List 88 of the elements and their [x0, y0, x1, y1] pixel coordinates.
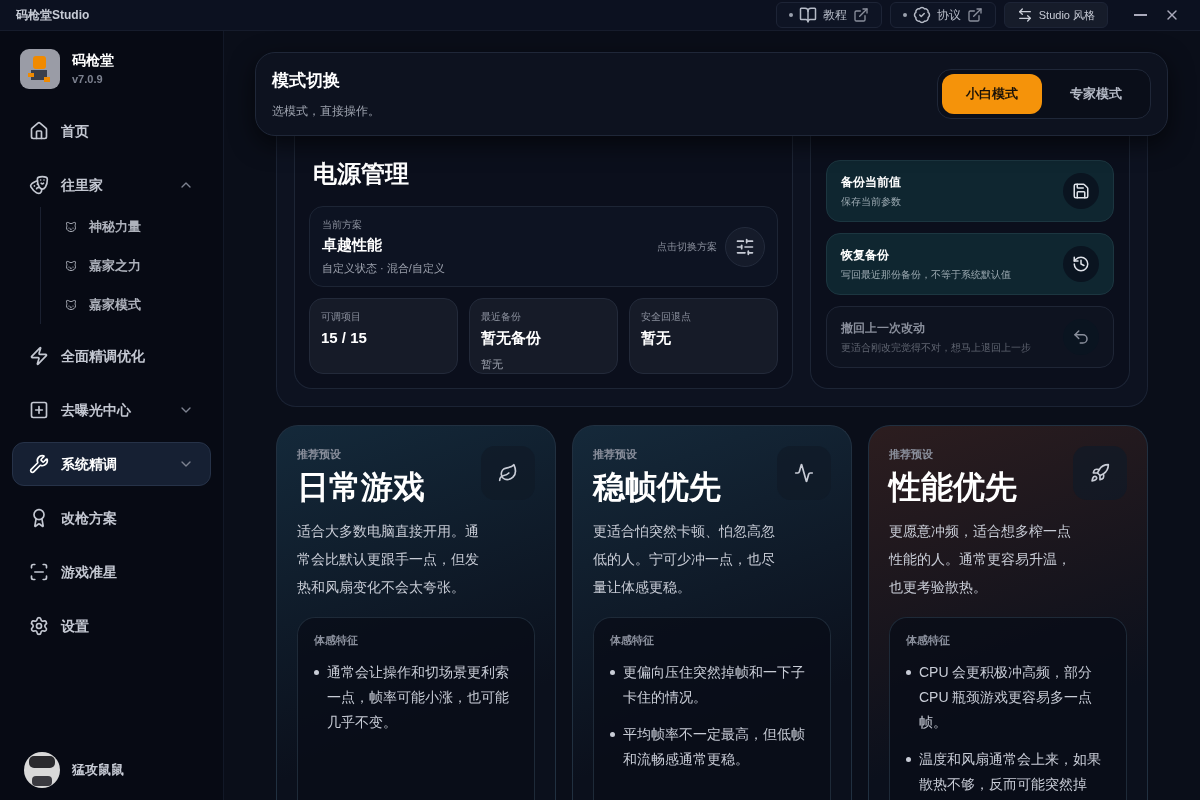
- preset-title: 稳帧优先: [593, 467, 721, 507]
- version-label: v7.0.9: [72, 72, 104, 88]
- nav-subitem[interactable]: 嘉家模式: [41, 285, 211, 324]
- rocket-icon: [1090, 463, 1110, 483]
- nav-item[interactable]: 游戏准星: [12, 550, 211, 594]
- current-plan-card[interactable]: 当前方案 卓越性能 自定义状态 · 混合/自定义 点击切换方案: [309, 206, 778, 287]
- brand-name: 码枪堂: [72, 51, 114, 71]
- bullet-icon: [906, 757, 911, 762]
- logo-drawing: [20, 49, 60, 89]
- plan-label: 当前方案: [322, 218, 363, 232]
- window-title: 码枪堂Studio: [16, 7, 90, 24]
- swap-icon: [1016, 7, 1033, 23]
- wrench-icon: [29, 454, 49, 474]
- save-icon: [1072, 182, 1090, 200]
- external-link-icon: [966, 7, 983, 23]
- history-icon: [1072, 255, 1090, 273]
- feature-text: 平均帧率不一定最高，但低帧和流畅感通常更稳。: [623, 725, 806, 769]
- preset-card[interactable]: 推荐预设 稳帧优先 更适合怕突然卡顿、怕忽高忽低的人。宁可少冲一点，也尽量让体感更稳。 体感特征 更偏向压住突然掉帧和一下子卡住的情况。 平均帧率不一定最高，但低帧和流畅感通常更稳。: [572, 425, 852, 800]
- action-button[interactable]: 备份当前值 保存当前参数: [826, 160, 1114, 222]
- preset-tag: 推荐预设: [889, 446, 1017, 463]
- leaf-icon: [498, 463, 518, 483]
- stat-label: 可调项目: [321, 310, 362, 324]
- settings-icon: [29, 616, 49, 636]
- plan-name: 卓越性能: [322, 235, 383, 255]
- features-label: 体感特征: [610, 632, 655, 648]
- switch-plan-button[interactable]: [725, 226, 765, 267]
- nav-item[interactable]: 设置: [12, 604, 211, 648]
- style-button[interactable]: Studio 风格: [1003, 2, 1108, 28]
- preset-title: 日常游戏: [297, 467, 425, 507]
- nav-item[interactable]: 全面精调优化: [12, 334, 211, 378]
- preset-description: 更适合怕突然卡顿、怕忽高忽低的人。宁可少冲一点，也尽量让体感更稳。: [593, 521, 775, 597]
- feature-text: CPU 会更积极冲高频，部分 CPU 瓶颈游戏更容易多一点帧。: [919, 663, 1094, 732]
- stat-value: 15 / 15: [321, 328, 368, 348]
- nav-item[interactable]: 系统精调: [12, 442, 211, 486]
- minimize-icon: [1133, 14, 1147, 16]
- cat-icon: [65, 220, 77, 233]
- undo-icon: [1072, 328, 1090, 346]
- section-title: 电源管理: [312, 159, 410, 189]
- nav-item[interactable]: 往里家: [12, 163, 211, 207]
- cat-icon: [65, 298, 77, 311]
- image-plus-icon: [29, 400, 49, 420]
- bullet-icon: [314, 670, 319, 675]
- preset-tag: 推荐预设: [297, 446, 425, 463]
- stat-value: 暂无备份: [481, 328, 542, 348]
- preset-description: 适合大多数电脑直接开用。通常会比默认更跟手一点，但发热和风扇变化不会太夸张。: [297, 521, 479, 597]
- preset-title: 性能优先: [889, 467, 1017, 507]
- nav-subitem[interactable]: 嘉家之力: [41, 246, 211, 285]
- features-label: 体感特征: [314, 632, 359, 648]
- mode-tab[interactable]: 小白模式: [942, 74, 1042, 114]
- bullet-icon: [906, 670, 911, 675]
- bullet-icon: [610, 670, 615, 675]
- home-icon: [29, 121, 49, 141]
- nav-item[interactable]: 首页: [12, 109, 211, 153]
- preset-tag: 推荐预设: [593, 446, 721, 463]
- badge-check-icon: [912, 6, 931, 24]
- book-icon: [798, 6, 817, 24]
- features-label: 体感特征: [906, 632, 951, 648]
- header-link[interactable]: 协议: [889, 2, 996, 28]
- masks-icon: [29, 175, 49, 195]
- stat-value: 暂无: [641, 328, 672, 348]
- external-link-icon: [852, 7, 869, 23]
- stat-label: 最近备份: [481, 310, 522, 324]
- nav-item[interactable]: 去曝光中心: [12, 388, 211, 432]
- zigzag-icon: [794, 463, 814, 483]
- feature-text: 温度和风扇通常会上来，如果散热不够，反而可能突然掉: [919, 750, 1102, 794]
- avatar: [24, 752, 60, 788]
- feature-text: 更偏向压住突然掉帧和一下子卡住的情况。: [623, 663, 806, 707]
- bullet-icon: [610, 732, 615, 737]
- sliders-icon: [735, 236, 755, 257]
- preset-description: 更愿意冲频，适合想多榨一点性能的人。通常更容易升温，也更考验散热。: [889, 521, 1071, 597]
- stat-label: 安全回退点: [641, 310, 692, 324]
- cat-icon: [65, 259, 77, 272]
- feature-text: 通常会让操作和切场景更利索一点，帧率可能小涨，也可能几乎不变。: [327, 663, 510, 732]
- header-link[interactable]: 教程: [775, 2, 882, 28]
- lightning-icon: [29, 346, 49, 366]
- panel-subtitle: 选模式，直接操作。: [272, 102, 380, 120]
- preset-card[interactable]: 推荐预设 日常游戏 适合大多数电脑直接开用。通常会比默认更跟手一点，但发热和风扇变化不会太夸张。 体感特征 通常会让操作和切场景更利索一点，帧率可能小涨，也可能几乎不变。: [276, 425, 556, 800]
- plan-hint: 点击切换方案: [657, 240, 717, 254]
- preset-card[interactable]: 推荐预设 性能优先 更愿意冲频，适合想多榨一点性能的人。通常更容易升温，也更考验散热。 体感特征 CPU 会更积极冲高频，部分 CPU 瓶颈游戏更容易多一点帧。 温度和风扇通常会上来，如果散热不够，反而可能突然掉: [868, 425, 1148, 800]
- scan-icon: [29, 562, 49, 582]
- nav-subitem[interactable]: 神秘力量: [41, 207, 211, 246]
- user-name: 猛攻鼠鼠: [72, 761, 124, 780]
- action-button[interactable]: 恢复备份 写回最近那份备份，不等于系统默认值: [826, 233, 1114, 295]
- mode-tab[interactable]: 专家模式: [1046, 74, 1146, 114]
- panel-title: 模式切换: [272, 70, 341, 93]
- plan-detail: 自定义状态 · 混合/自定义: [322, 260, 445, 276]
- nav-item[interactable]: 改枪方案: [12, 496, 211, 540]
- stat-note: 暂无: [481, 356, 504, 372]
